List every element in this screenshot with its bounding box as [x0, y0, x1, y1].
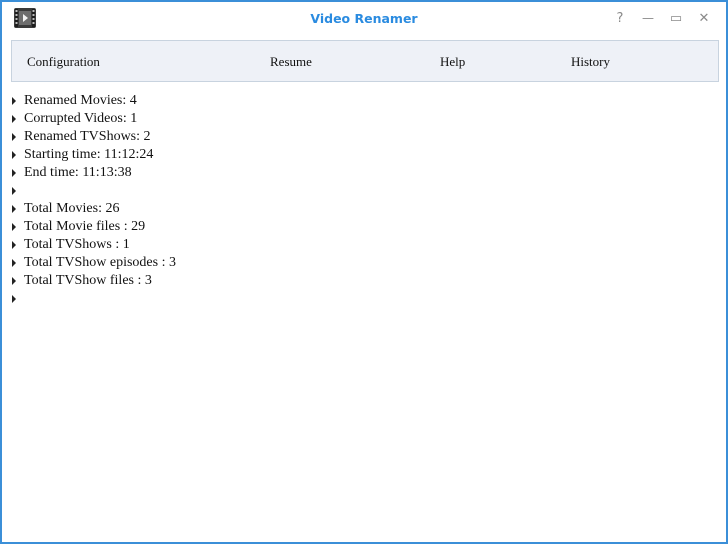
- maximize-button[interactable]: ▭: [666, 8, 686, 28]
- bullet-arrow-icon: [12, 277, 16, 285]
- title-bar[interactable]: Video Renamer ? — ▭ ✕: [2, 2, 726, 38]
- minimize-icon: —: [642, 11, 654, 25]
- log-line: Total TVShow files : 3: [11, 272, 711, 290]
- bullet-arrow-icon: [12, 151, 16, 159]
- bullet-arrow-icon: [12, 115, 16, 123]
- log-line: Corrupted Videos: 1: [11, 110, 711, 128]
- minimize-button[interactable]: —: [638, 8, 658, 28]
- question-mark-icon: ?: [616, 10, 624, 26]
- bullet-arrow-icon: [12, 187, 16, 195]
- menu-history[interactable]: History: [571, 54, 610, 70]
- bullet-arrow-icon: [12, 259, 16, 267]
- close-button[interactable]: ✕: [694, 8, 714, 28]
- log-line: [11, 182, 711, 200]
- log-line: Total Movie files : 29: [11, 218, 711, 236]
- log-line: Total TVShow episodes : 3: [11, 254, 711, 272]
- log-line: Total TVShows : 1: [11, 236, 711, 254]
- bullet-arrow-icon: [12, 133, 16, 141]
- bullet-arrow-icon: [12, 295, 16, 303]
- log-line: [11, 290, 711, 308]
- bullet-arrow-icon: [12, 97, 16, 105]
- log-line: Starting time: 11:12:24: [11, 146, 711, 164]
- log-line: Renamed Movies: 4: [11, 92, 711, 110]
- app-window: Video Renamer ? — ▭ ✕ Configuration Resu…: [0, 0, 728, 544]
- log-line: Renamed TVShows: 2: [11, 128, 711, 146]
- close-icon: ✕: [698, 10, 710, 26]
- maximize-icon: ▭: [669, 10, 683, 26]
- menu-bar: Configuration Resume Help History: [11, 40, 719, 82]
- results-log: Renamed Movies: 4 Corrupted Videos: 1 Re…: [11, 92, 711, 308]
- bullet-arrow-icon: [12, 241, 16, 249]
- log-line: End time: 11:13:38: [11, 164, 711, 182]
- menu-help[interactable]: Help: [440, 54, 465, 70]
- bullet-arrow-icon: [12, 169, 16, 177]
- bullet-arrow-icon: [12, 223, 16, 231]
- menu-resume[interactable]: Resume: [270, 54, 312, 70]
- menu-configuration[interactable]: Configuration: [27, 54, 100, 70]
- help-window-button[interactable]: ?: [610, 8, 630, 28]
- log-line: Total Movies: 26: [11, 200, 711, 218]
- bullet-arrow-icon: [12, 205, 16, 213]
